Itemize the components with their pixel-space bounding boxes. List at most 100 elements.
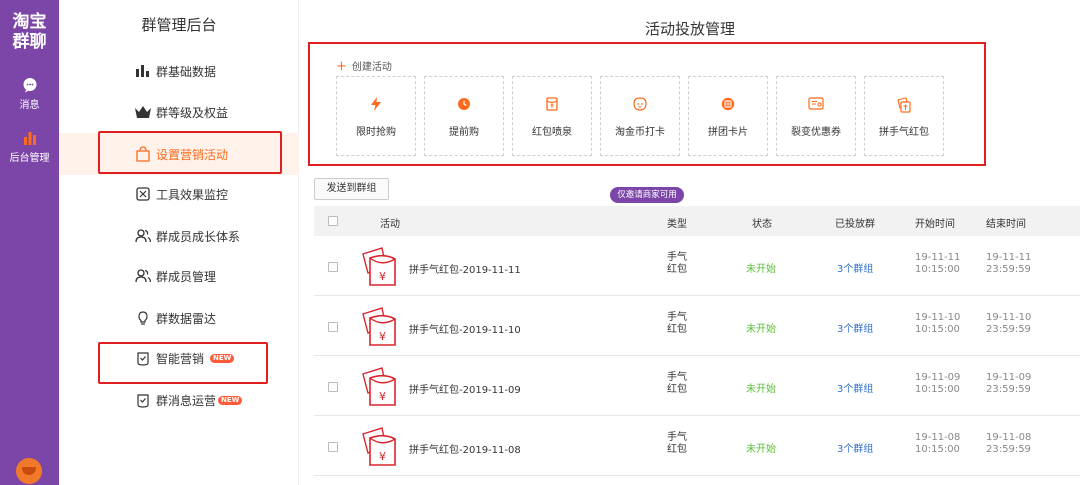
groups-link[interactable]: 3个群组 — [837, 380, 873, 395]
activity-name[interactable]: 拼手气红包-2019-11-09 — [409, 381, 521, 396]
card-label: 裂变优惠券 — [791, 127, 841, 138]
status-badge: 未开始 — [746, 444, 776, 455]
activity-type: 手气 红包 — [667, 252, 687, 276]
card-flash-sale[interactable]: 限时抢购 — [336, 76, 416, 156]
type-line-1: 手气 — [667, 252, 687, 263]
people-icon — [134, 227, 152, 245]
col-groups: 已投放群 — [835, 219, 875, 230]
activity-type: 手气 红包 — [667, 432, 687, 456]
send-to-groups-button[interactable]: 发送到群组 — [314, 178, 389, 200]
svg-text:¥: ¥ — [379, 330, 386, 343]
table-row[interactable]: ¥ 拼手气红包-2019-11-08 手气 红包 未开始 3个群组 19-11-0… — [314, 417, 1080, 476]
brand-line-1: 淘宝 — [12, 12, 47, 32]
sidebar-item-growth[interactable]: 群成员成长体系 — [59, 215, 299, 257]
card-red-envelope-fountain[interactable]: 红包喷泉 — [512, 76, 592, 156]
activity-name[interactable]: 拼手气红包-2019-11-10 — [409, 321, 521, 336]
activity-name[interactable]: 拼手气红包-2019-11-11 — [409, 261, 521, 276]
col-activity: 活动 — [380, 219, 400, 230]
admin-chart-icon — [23, 132, 36, 145]
lucky-envelope-icon — [865, 97, 943, 113]
card-coin-checkin[interactable]: 淘金币打卡 — [600, 76, 680, 156]
rail-messages[interactable]: 消息 — [0, 77, 59, 111]
svg-text:¥: ¥ — [379, 390, 386, 403]
sidebar-item-basic-data[interactable]: 群基础数据 — [59, 50, 299, 92]
card-label: 拼团卡片 — [708, 127, 748, 138]
end-date: 19-11-08 — [986, 432, 1032, 443]
bar-chart-icon — [134, 62, 152, 80]
type-line-1: 手气 — [667, 312, 687, 323]
type-line-2: 红包 — [667, 444, 687, 455]
sidebar-item-label: 工具效果监控 — [156, 187, 229, 202]
card-group-buy[interactable]: 拼团卡片 — [688, 76, 768, 156]
sidebar-item-members[interactable]: 群成员管理 — [59, 255, 299, 297]
select-all-checkbox[interactable] — [328, 216, 338, 226]
activity-type: 手气 红包 — [667, 312, 687, 336]
create-activity-button[interactable]: + 创建活动 — [336, 58, 392, 74]
coupon-icon — [777, 97, 855, 110]
col-status: 状态 — [752, 219, 772, 230]
sidebar-item-level[interactable]: 群等级及权益 — [59, 91, 299, 133]
row-checkbox[interactable] — [328, 322, 338, 332]
start-time: 19-11-09 10:15:00 — [915, 372, 960, 396]
row-checkbox[interactable] — [328, 382, 338, 392]
end-time: 19-11-11 23:59:59 — [986, 252, 1031, 276]
col-start: 开始时间 — [915, 219, 955, 230]
sidebar-item-monitor[interactable]: 工具效果监控 — [59, 173, 299, 215]
sidebar-item-message-ops[interactable]: 群消息运营 NEW — [59, 379, 299, 421]
row-checkbox[interactable] — [328, 442, 338, 452]
lucky-envelope-icon: ¥ — [362, 427, 396, 466]
type-line-2: 红包 — [667, 324, 687, 335]
card-label: 拼手气红包 — [879, 127, 929, 138]
bulb-icon — [134, 309, 152, 327]
lucky-envelope-icon: ¥ — [362, 367, 396, 406]
col-end: 结束时间 — [986, 219, 1026, 230]
groups-link[interactable]: 3个群组 — [837, 320, 873, 335]
red-envelope-icon — [513, 97, 591, 111]
sidebar-item-label: 群基础数据 — [156, 64, 217, 79]
svg-text:¥: ¥ — [379, 450, 386, 463]
groups-link[interactable]: 3个群组 — [837, 260, 873, 275]
plus-icon: + — [336, 59, 347, 74]
monitor-icon — [134, 185, 152, 203]
type-line-1: 手气 — [667, 372, 687, 383]
start-clock: 10:15:00 — [915, 264, 960, 275]
end-time: 19-11-09 23:59:59 — [986, 372, 1031, 396]
avatar[interactable] — [16, 458, 42, 484]
sidebar-item-radar[interactable]: 群数据雷达 — [59, 297, 299, 339]
table-row[interactable]: ¥ 拼手气红包-2019-11-09 手气 红包 未开始 3个群组 19-11-0… — [314, 357, 1080, 416]
chat-bubble-icon — [23, 78, 36, 93]
activity-name[interactable]: 拼手气红包-2019-11-08 — [409, 441, 521, 456]
app-logo[interactable]: 淘宝 群聊 — [0, 12, 59, 52]
people-icon — [134, 267, 152, 285]
highlight-box — [98, 342, 268, 384]
card-presale[interactable]: 提前购 — [424, 76, 504, 156]
table-header: 活动 类型 状态 已投放群 开始时间 结束时间 — [314, 206, 1080, 236]
table-row[interactable]: ¥ 拼手气红包-2019-11-11 手气 红包 未开始 3个群组 19-11-1… — [314, 237, 1080, 296]
create-activity-panel: + 创建活动 限时抢购 提前购 红包喷泉 淘金币打卡 拼团卡片 裂变优惠券 拼手… — [308, 42, 986, 203]
card-label: 限时抢购 — [356, 127, 396, 138]
table-row[interactable]: ¥ 拼手气红包-2019-11-10 手气 红包 未开始 3个群组 19-11-1… — [314, 297, 1080, 356]
rail-admin[interactable]: 后台管理 — [0, 130, 59, 164]
svg-text:¥: ¥ — [379, 270, 386, 283]
coin-face-icon — [601, 97, 679, 111]
card-lucky-envelope[interactable]: 拼手气红包 — [864, 76, 944, 156]
lightning-icon — [337, 97, 415, 111]
status-badge: 未开始 — [746, 384, 776, 395]
start-time: 19-11-08 10:15:00 — [915, 432, 960, 456]
row-checkbox[interactable] — [328, 262, 338, 272]
clock-icon — [425, 97, 503, 111]
type-line-1: 手气 — [667, 432, 687, 443]
groups-link[interactable]: 3个群组 — [837, 440, 873, 455]
card-label: 提前购 — [449, 127, 479, 138]
rail-admin-label: 后台管理 — [9, 153, 50, 164]
end-clock: 23:59:59 — [986, 384, 1031, 395]
start-time: 19-11-10 10:15:00 — [915, 312, 960, 336]
status-badge: 未开始 — [746, 264, 776, 275]
end-clock: 23:59:59 — [986, 264, 1031, 275]
lucky-envelope-icon: ¥ — [362, 307, 396, 346]
end-date: 19-11-11 — [986, 252, 1032, 263]
card-fission-coupon[interactable]: 裂变优惠券 — [776, 76, 856, 156]
status-badge: 未开始 — [746, 324, 776, 335]
end-clock: 23:59:59 — [986, 324, 1031, 335]
activity-type: 手气 红包 — [667, 372, 687, 396]
